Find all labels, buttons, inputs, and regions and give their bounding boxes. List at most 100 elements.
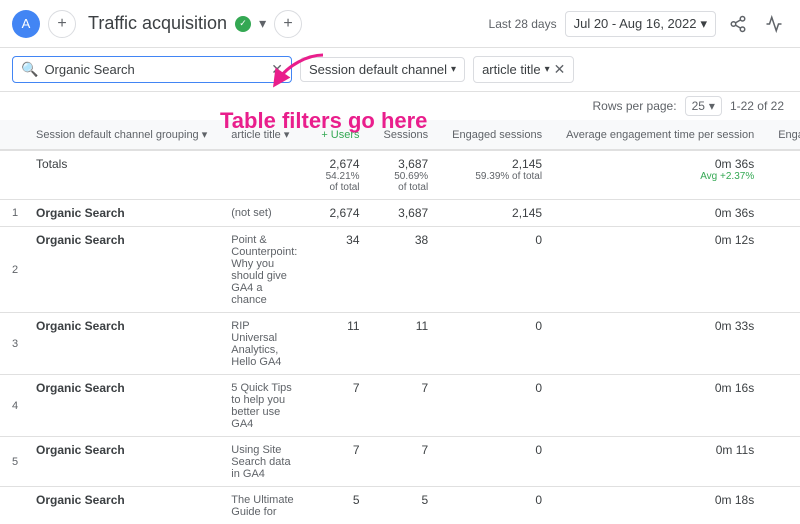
totals-sessions-cell: 3,687 50.69% of total <box>372 150 441 200</box>
row-sessions-cell: 7 <box>372 375 441 437</box>
col-engaged-s[interactable]: Engaged s... <box>766 120 800 150</box>
article-filter-dropdown[interactable]: article title ▾ ✕ <box>473 56 574 83</box>
totals-users-cell: 2,674 54.21% of total <box>309 150 371 200</box>
article-chevron-icon: ▾ <box>545 64 550 75</box>
article-title: (not set) <box>231 207 297 219</box>
totals-row: Totals 2,674 54.21% of total 3,687 50.69… <box>0 150 800 200</box>
row-channel-cell: Organic Search <box>24 437 219 487</box>
status-indicator <box>235 16 251 32</box>
row-eng-s-cell <box>766 227 800 313</box>
share-button[interactable] <box>724 10 752 38</box>
page-title: Traffic acquisition <box>88 13 227 34</box>
row-eng-s-cell <box>766 437 800 487</box>
row-users-cell: 5 <box>309 487 371 520</box>
row-avg-time-cell: 0m 18s <box>554 487 766 520</box>
row-avg-time-cell: 0m 11s <box>554 437 766 487</box>
row-article-cell: The Ultimate Guide for setting up a Goog… <box>219 487 309 520</box>
table-row: 2 Organic Search Point & Counterpoint: W… <box>0 227 800 313</box>
table-row: 1 Organic Search (not set) 2,674 3,687 2… <box>0 200 800 227</box>
row-num-cell: 3 <box>0 313 24 375</box>
search-box[interactable]: 🔍 ✕ <box>12 56 292 83</box>
row-avg-time-cell: 0m 16s <box>554 375 766 437</box>
row-sessions-cell: 7 <box>372 437 441 487</box>
table-row: 3 Organic Search RIP Universal Analytics… <box>0 313 800 375</box>
totals-label-cell: Totals <box>24 150 219 200</box>
row-sessions-cell: 5 <box>372 487 441 520</box>
table-header-row: Session default channel grouping ▾ artic… <box>0 120 800 150</box>
row-users-cell: 34 <box>309 227 371 313</box>
channel-name: Organic Search <box>36 443 207 457</box>
row-users-cell: 2,674 <box>309 200 371 227</box>
row-users-cell: 7 <box>309 437 371 487</box>
totals-article-cell <box>219 150 309 200</box>
row-num-cell: 1 <box>0 200 24 227</box>
filter-bar: 🔍 ✕ Session default channel ▾ article ti… <box>0 48 800 92</box>
totals-avg-time-cell: 0m 36s Avg +2.37% <box>554 150 766 200</box>
channel-filter-dropdown[interactable]: Session default channel ▾ <box>300 57 465 82</box>
row-channel-cell: Organic Search <box>24 227 219 313</box>
row-users-cell: 7 <box>309 375 371 437</box>
row-num-cell: 5 <box>0 437 24 487</box>
row-engaged-cell: 2,145 <box>440 200 554 227</box>
col-article[interactable]: article title ▾ <box>219 120 309 150</box>
avatar: A <box>12 10 40 38</box>
article-title: 5 Quick Tips to help you better use GA4 <box>231 382 297 430</box>
article-title: RIP Universal Analytics, Hello GA4 <box>231 320 297 368</box>
row-avg-time-cell: 0m 36s <box>554 200 766 227</box>
row-sessions-cell: 3,687 <box>372 200 441 227</box>
row-article-cell: 5 Quick Tips to help you better use GA4 <box>219 375 309 437</box>
table-row: 5 Organic Search Using Site Search data … <box>0 437 800 487</box>
article-title: Using Site Search data in GA4 <box>231 444 297 480</box>
channel-name: Organic Search <box>36 319 207 333</box>
date-range-picker[interactable]: Jul 20 - Aug 16, 2022 ▾ <box>565 11 716 37</box>
channel-name: Organic Search <box>36 493 207 507</box>
col-channel[interactable]: Session default channel grouping ▾ <box>24 120 219 150</box>
add-tab-button[interactable]: + <box>48 10 76 38</box>
search-input[interactable] <box>44 62 265 77</box>
search-icon: 🔍 <box>21 61 38 78</box>
article-filter-close-icon[interactable]: ✕ <box>554 61 566 78</box>
row-eng-s-cell <box>766 200 800 227</box>
app-header: A + Traffic acquisition ▾ + Last 28 days… <box>0 0 800 48</box>
row-avg-time-cell: 0m 12s <box>554 227 766 313</box>
row-channel-cell: Organic Search <box>24 487 219 520</box>
row-article-cell: Using Site Search data in GA4 <box>219 437 309 487</box>
channel-filter-label: Session default channel ▾ <box>309 62 456 77</box>
totals-engaged-cell: 2,145 59.39% of total <box>440 150 554 200</box>
date-chevron-icon: ▾ <box>700 16 707 32</box>
main-content: Rows per page: 25 ▾ 1-22 of 22 Session d… <box>0 92 800 519</box>
status-dot <box>235 16 251 32</box>
row-article-cell: Point & Counterpoint: Why you should giv… <box>219 227 309 313</box>
row-sessions-cell: 11 <box>372 313 441 375</box>
totals-eng-s-cell <box>766 150 800 200</box>
channel-name: Organic Search <box>36 233 207 247</box>
row-num-cell: 6 <box>0 487 24 520</box>
row-engaged-cell: 0 <box>440 313 554 375</box>
totals-num-cell <box>0 150 24 200</box>
data-table-container[interactable]: Session default channel grouping ▾ artic… <box>0 120 800 519</box>
title-chevron-icon[interactable]: ▾ <box>259 15 266 32</box>
row-article-cell: RIP Universal Analytics, Hello GA4 <box>219 313 309 375</box>
row-engaged-cell: 0 <box>440 487 554 520</box>
row-engaged-cell: 0 <box>440 227 554 313</box>
rows-per-page-label: Rows per page: <box>593 99 677 113</box>
col-engaged-sessions[interactable]: Engaged sessions <box>440 120 554 150</box>
article-title: The Ultimate Guide for setting up a Goog… <box>231 494 297 519</box>
article-filter-label: article title <box>482 62 541 77</box>
col-avg-time[interactable]: Average engagement time per session <box>554 120 766 150</box>
row-num-cell: 4 <box>0 375 24 437</box>
row-sessions-cell: 38 <box>372 227 441 313</box>
chart-button[interactable] <box>760 10 788 38</box>
col-sessions[interactable]: Sessions <box>372 120 441 150</box>
add-report-button[interactable]: + <box>274 10 302 38</box>
col-num <box>0 120 24 150</box>
row-num-cell: 2 <box>0 227 24 313</box>
row-channel-cell: Organic Search <box>24 200 219 227</box>
page-range-label: 1-22 of 22 <box>730 99 784 113</box>
col-users[interactable]: + Users <box>309 120 371 150</box>
row-channel-cell: Organic Search <box>24 375 219 437</box>
table-row: 6 Organic Search The Ultimate Guide for … <box>0 487 800 520</box>
search-clear-icon[interactable]: ✕ <box>271 61 283 78</box>
rows-per-page-select[interactable]: 25 ▾ <box>685 96 722 116</box>
data-table: Session default channel grouping ▾ artic… <box>0 120 800 519</box>
